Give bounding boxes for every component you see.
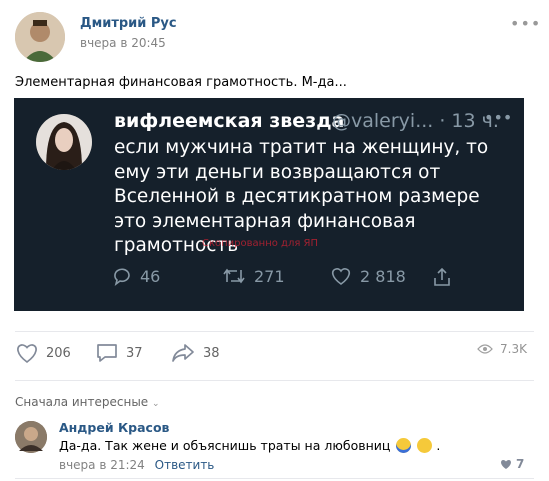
tweet-avatar	[36, 114, 92, 170]
divider	[15, 478, 534, 479]
tweet-retweets-count: 271	[254, 266, 285, 286]
tweet-retweets: 271	[222, 266, 285, 286]
eye-icon	[477, 344, 493, 354]
tweet-likes: 2 818	[330, 266, 406, 286]
retweet-icon	[223, 268, 245, 284]
tweet-actions: 46 271 2 818	[112, 266, 492, 296]
tweet-handle: @valeryi... · 13 ч.	[332, 110, 499, 132]
heart-icon	[331, 268, 351, 285]
post-author[interactable]: Дмитрий Рус	[80, 16, 177, 31]
tweet-line: это элементарная финансовая	[114, 210, 416, 232]
tweet-image[interactable]: вифлеемская звезда @valeryi... · 13 ч. •…	[14, 98, 524, 311]
divider	[15, 331, 534, 332]
comment-button[interactable]: 37	[95, 342, 143, 364]
chevron-down-icon: ⌄	[152, 399, 160, 409]
comment-count: 37	[126, 345, 143, 361]
like-count: 206	[46, 345, 71, 361]
author-avatar[interactable]	[15, 12, 65, 62]
comment-sort-dropdown[interactable]: Сначала интересные ⌄	[15, 395, 160, 409]
share-button[interactable]: 38	[170, 342, 220, 364]
sort-label: Сначала интересные	[15, 395, 149, 409]
comment-author[interactable]: Андрей Красов	[59, 420, 169, 435]
divider	[15, 380, 534, 381]
reply-button[interactable]: Ответить	[155, 458, 215, 472]
tweet-replies: 46	[112, 266, 160, 286]
heart-icon	[17, 344, 37, 364]
heart-icon	[501, 459, 511, 469]
tweet-author-name: вифлеемская звезда	[114, 110, 345, 132]
post-actions: 206 37 38 7.3K	[15, 342, 535, 368]
tweet-line: Вселенной в десятикратном размере	[114, 186, 480, 207]
comment-icon	[97, 344, 117, 362]
reply-icon	[114, 268, 130, 286]
comment-like-count: 7	[516, 457, 525, 471]
views: 7.3K	[477, 342, 527, 356]
comment-text: Да-да. Так жене и объяснишь траты на люб…	[59, 438, 441, 453]
comment-text-body: Да-да. Так жене и объяснишь траты на люб…	[59, 438, 391, 453]
view-count: 7.3K	[500, 342, 527, 356]
ellipsis-icon[interactable]: •••	[510, 14, 541, 33]
share-arrow-icon	[172, 344, 194, 362]
like-button[interactable]: 206	[15, 342, 71, 364]
comment-like-button[interactable]: 7	[500, 457, 524, 471]
tweet-line: если мужчина тратит на женщину, то	[114, 137, 489, 158]
grimace-emoji-icon	[417, 438, 433, 453]
scream-emoji-icon	[396, 438, 412, 453]
watermark: Скопированно для ЯП	[202, 238, 319, 249]
comment-time[interactable]: вчера в 21:24	[59, 458, 145, 472]
tweet-line: ему эти деньги возвращаются от	[114, 161, 441, 183]
tweet-replies-count: 46	[140, 266, 161, 286]
share-icon	[432, 266, 452, 288]
tweet-likes-count: 2 818	[360, 266, 406, 286]
post-text: Элементарная финансовая грамотность. М-д…	[15, 75, 347, 90]
post-card: Дмитрий Рус вчера в 20:45 ••• Элементарн…	[0, 0, 549, 481]
post-date[interactable]: вчера в 20:45	[80, 36, 166, 50]
share-count: 38	[203, 345, 220, 361]
tweet-more-icon: •••	[484, 108, 513, 127]
comment-meta: вчера в 21:24 Ответить	[59, 458, 214, 472]
commenter-avatar[interactable]	[15, 421, 47, 453]
